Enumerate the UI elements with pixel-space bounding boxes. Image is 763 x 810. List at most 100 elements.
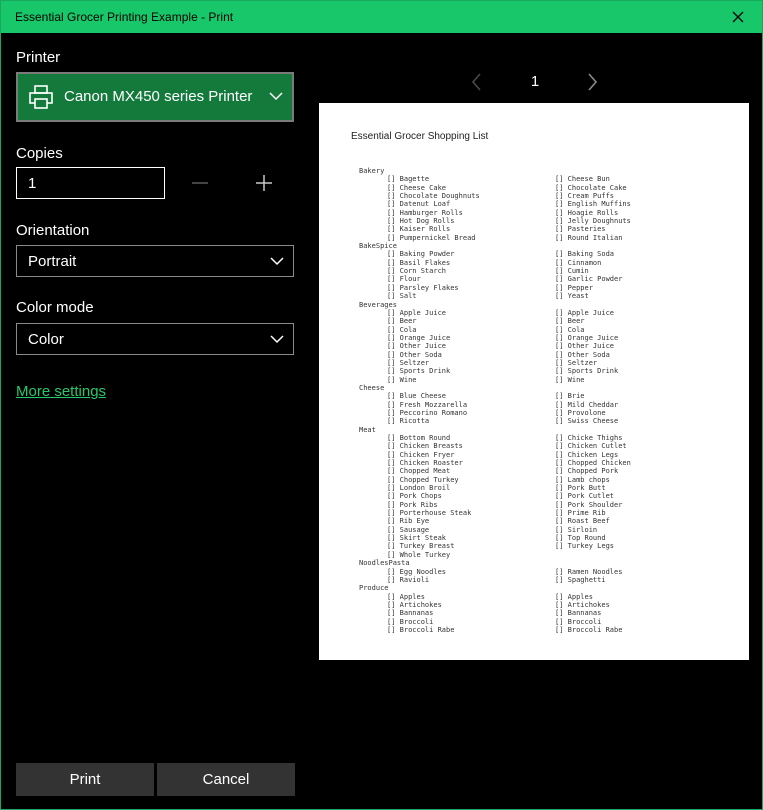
preview-item-left: [] Broccoli Rabe bbox=[387, 625, 455, 634]
preview-item-left: [] Pork Ribs bbox=[387, 500, 438, 509]
printer-dropdown[interactable]: Canon MX450 series Printer bbox=[16, 72, 294, 122]
chevron-down-icon bbox=[268, 88, 284, 109]
preview-item-left: [] Hamburger Rolls bbox=[387, 208, 463, 217]
preview-item-right: [] Baking Soda bbox=[555, 250, 615, 259]
preview-item-left: [] Apple Juice bbox=[387, 308, 447, 317]
preview-item-right: [] Artichokes bbox=[555, 600, 610, 609]
preview-item-left: [] Salt bbox=[387, 292, 417, 301]
close-button[interactable] bbox=[724, 5, 752, 29]
preview-item-row: [] Sports Drink [] Sports Drink bbox=[359, 367, 739, 375]
preview-category-name: BakeSpice bbox=[359, 242, 397, 251]
color-mode-dropdown[interactable]: Color bbox=[16, 323, 294, 355]
preview-item-right: [] Pasteries bbox=[555, 225, 606, 234]
preview-category-name: Cheese bbox=[359, 383, 385, 392]
copies-field[interactable]: 1 bbox=[16, 167, 165, 199]
preview-item-left: [] Beer bbox=[387, 317, 417, 326]
preview-category-name: NoodlesPasta bbox=[359, 559, 410, 568]
preview-category-row: Produce bbox=[359, 584, 739, 592]
preview-item-row: [] Cola [] Cola bbox=[359, 326, 739, 334]
preview-item-right: [] Cream Puffs bbox=[555, 192, 615, 201]
preview-item-left: [] Apples bbox=[387, 592, 425, 601]
preview-item-right: [] Pepper bbox=[555, 283, 593, 292]
preview-item-row: [] Hamburger Rolls [] Hoagie Rolls bbox=[359, 209, 739, 217]
preview-item-right: [] Cinnamon bbox=[555, 258, 602, 267]
preview-item-row: [] Corn Starch [] Cumin bbox=[359, 267, 739, 275]
preview-item-row: [] Pumpernickel Bread [] Round Italian bbox=[359, 234, 739, 242]
preview-item-left: [] Skirt Steak bbox=[387, 534, 447, 543]
preview-item-row: [] Bottom Round [] Chicke Thighs bbox=[359, 434, 739, 442]
color-mode-selected: Color bbox=[28, 331, 64, 348]
preview-item-right: [] Chicken Cutlet bbox=[555, 442, 627, 451]
cancel-button[interactable]: Cancel bbox=[157, 763, 295, 796]
preview-item-left: [] London Broil bbox=[387, 484, 451, 493]
preview-item-left: [] Rib Eye bbox=[387, 517, 430, 526]
preview-item-left: [] Pork Chops bbox=[387, 492, 442, 501]
preview-item-left: [] Chicken Fryer bbox=[387, 450, 455, 459]
previous-page-button[interactable] bbox=[466, 71, 488, 93]
preview-item-row: [] Other Soda [] Other Soda bbox=[359, 351, 739, 359]
preview-item-right: [] Apples bbox=[555, 592, 593, 601]
preview-item-row: [] Baking Powder [] Baking Soda bbox=[359, 250, 739, 258]
preview-item-row: [] Egg Noodles [] Ramen Noodles bbox=[359, 568, 739, 576]
preview-item-row: [] Apples [] Apples bbox=[359, 593, 739, 601]
preview-item-row: [] Chicken Breasts [] Chicken Cutlet bbox=[359, 442, 739, 450]
next-page-button[interactable] bbox=[581, 71, 603, 93]
preview-item-left: [] Pumpernickel Bread bbox=[387, 233, 476, 242]
preview-item-right: [] Wine bbox=[555, 375, 585, 384]
plus-icon bbox=[256, 175, 272, 191]
preview-category-row: NoodlesPasta bbox=[359, 559, 739, 567]
preview-item-left: [] Cheese Cake bbox=[387, 183, 447, 192]
orientation-label: Orientation bbox=[16, 222, 90, 239]
preview-item-right: [] Chocolate Cake bbox=[555, 183, 627, 192]
preview-item-right: [] Jelly Doughnuts bbox=[555, 217, 631, 226]
preview-item-row: [] Chocolate Doughnuts [] Cream Puffs bbox=[359, 192, 739, 200]
preview-item-right: [] Pork Cutlet bbox=[555, 492, 615, 501]
decrement-button[interactable] bbox=[185, 169, 215, 197]
preview-item-left: [] Parsley Flakes bbox=[387, 283, 459, 292]
preview-item-right: [] Lamb chops bbox=[555, 475, 610, 484]
preview-item-left: [] Porterhouse Steak bbox=[387, 509, 472, 518]
preview-item-left: [] Artichokes bbox=[387, 600, 442, 609]
preview-category-name: Beverages bbox=[359, 300, 397, 309]
preview-item-left: [] Turkey Breast bbox=[387, 542, 455, 551]
more-settings-link[interactable]: More settings bbox=[16, 383, 106, 400]
preview-item-left: [] Chicken Breasts bbox=[387, 442, 463, 451]
preview-item-right: [] Chopped Chicken bbox=[555, 459, 631, 468]
preview-item-row: [] Rib Eye [] Roast Beef bbox=[359, 517, 739, 525]
preview-item-right: [] Sirloin bbox=[555, 525, 598, 534]
preview-item-right: [] Apple Juice bbox=[555, 308, 615, 317]
preview-item-left: [] Seltzer bbox=[387, 358, 430, 367]
printer-icon bbox=[28, 84, 54, 115]
print-button[interactable]: Print bbox=[16, 763, 154, 796]
orientation-dropdown[interactable]: Portrait bbox=[16, 245, 294, 277]
preview-item-right: [] Prime Rib bbox=[555, 509, 606, 518]
preview-item-row: [] Kaiser Rolls [] Pasteries bbox=[359, 225, 739, 233]
preview-item-row: [] Pork Ribs [] Pork Shoulder bbox=[359, 501, 739, 509]
preview-category-row: Cheese bbox=[359, 384, 739, 392]
preview-item-left: [] Chicken Roaster bbox=[387, 459, 463, 468]
preview-item-row: [] Chicken Fryer [] Chicken Legs bbox=[359, 451, 739, 459]
preview-document-title: Essential Grocer Shopping List bbox=[351, 131, 489, 142]
preview-item-row: [] Broccoli [] Broccoli bbox=[359, 618, 739, 626]
preview-item-right: [] Pork Butt bbox=[555, 484, 606, 493]
preview-item-left: [] Chopped Turkey bbox=[387, 475, 459, 484]
preview-item-right: [] Cheese Bun bbox=[555, 175, 610, 184]
preview-item-row: [] Chopped Meat [] Chopped Pork bbox=[359, 467, 739, 475]
preview-item-row: [] Chopped Turkey [] Lamb chops bbox=[359, 476, 739, 484]
chevron-down-icon bbox=[269, 331, 285, 352]
preview-item-row: [] Artichokes [] Artichokes bbox=[359, 601, 739, 609]
preview-item-row: [] Ravioli [] Spaghetti bbox=[359, 576, 739, 584]
close-icon bbox=[732, 11, 744, 23]
preview-item-right: [] Cola bbox=[555, 325, 585, 334]
preview-item-row: [] Salt [] Yeast bbox=[359, 292, 739, 300]
preview-item-right: [] Provolone bbox=[555, 408, 606, 417]
chevron-down-icon bbox=[269, 253, 285, 274]
preview-item-row: [] Orange Juice [] Orange Juice bbox=[359, 334, 739, 342]
preview-item-left: [] Flour bbox=[387, 275, 421, 284]
preview-item-left: [] Bagette bbox=[387, 175, 430, 184]
increment-button[interactable] bbox=[249, 169, 279, 197]
preview-item-right: [] Top Round bbox=[555, 534, 606, 543]
preview-item-row: [] Fresh Mozzarella [] Mild Cheddar bbox=[359, 401, 739, 409]
preview-item-row: [] Whole Turkey bbox=[359, 551, 739, 559]
preview-item-left: [] Hot Dog Rolls bbox=[387, 217, 455, 226]
